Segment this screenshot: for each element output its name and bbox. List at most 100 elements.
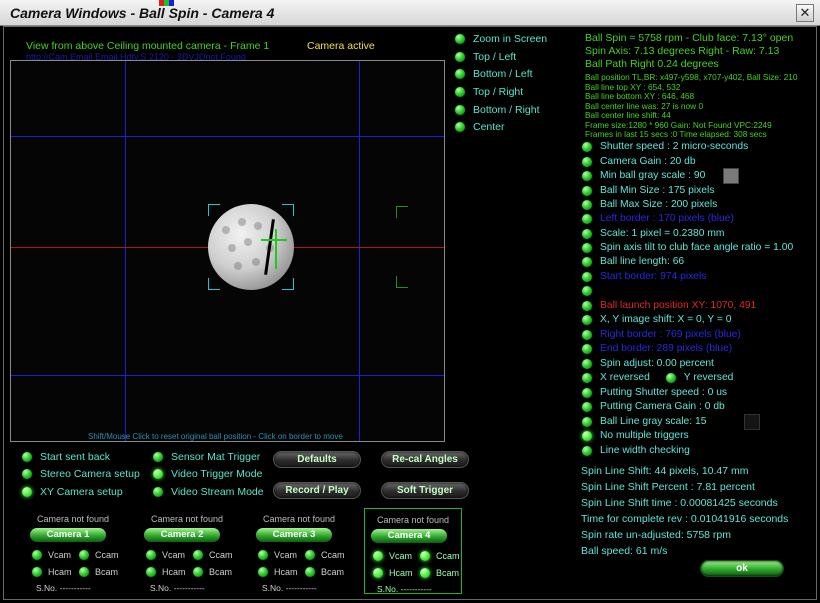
setting-putting-gain[interactable]: Putting Camera Gain : 0 db bbox=[582, 399, 725, 414]
led-icon bbox=[582, 170, 592, 181]
led-icon bbox=[305, 550, 315, 560]
sensor-mat-trigger-option[interactable]: Sensor Mat Trigger bbox=[153, 449, 260, 465]
led-icon bbox=[455, 52, 465, 62]
setting-spin-adjust[interactable]: Spin adjust: 0.00 percent bbox=[582, 356, 714, 371]
setting-blank[interactable] bbox=[582, 283, 600, 298]
led-icon bbox=[153, 469, 163, 479]
setting-putting-shutter[interactable]: Putting Shutter speed : 0 us bbox=[582, 385, 727, 400]
hcam-toggle[interactable]: Hcam bbox=[373, 568, 413, 578]
setting-x-reversed[interactable]: X reversed Y reversed bbox=[582, 370, 733, 385]
led-icon bbox=[582, 156, 592, 167]
camera-3-button[interactable]: Camera 3 bbox=[256, 528, 332, 542]
setting-min-gray-scale[interactable]: Min ball gray scale : 90 bbox=[582, 167, 740, 184]
led-icon bbox=[373, 551, 383, 561]
zoom-in-screen-option[interactable]: Zoom in Screen bbox=[455, 31, 547, 47]
xy-camera-setup-option[interactable]: XY Camera setup bbox=[22, 484, 123, 500]
summary-axis: Spin Axis: 7.13 degrees Right - Raw: 7.1… bbox=[585, 45, 780, 57]
stat-shift-time: Spin Line Shift time : 0.00081425 second… bbox=[581, 497, 778, 509]
grid-line bbox=[359, 61, 360, 441]
video-stream-mode-option[interactable]: Video Stream Mode bbox=[153, 484, 264, 500]
led-icon bbox=[582, 416, 592, 427]
setting-line-width-checking[interactable]: Line width checking bbox=[582, 443, 690, 458]
summary-spin: Ball Spin = 5758 rpm - Club face: 7.13° … bbox=[585, 32, 794, 44]
ball-dimple bbox=[238, 218, 246, 226]
led-icon[interactable] bbox=[665, 372, 676, 383]
hcam-toggle[interactable]: Hcam bbox=[32, 567, 72, 577]
camera-3-panel: Camera not found Camera 3 Vcam Ccam Hcam… bbox=[250, 508, 348, 594]
led-icon bbox=[258, 550, 268, 560]
vcam-toggle[interactable]: Vcam bbox=[373, 551, 412, 561]
led-icon bbox=[582, 199, 592, 210]
y-reversed-label: Y reversed bbox=[683, 372, 734, 383]
zoom-bottom-right-option[interactable]: Bottom / Right bbox=[455, 102, 540, 118]
vcam-toggle[interactable]: Vcam bbox=[258, 550, 297, 560]
setting-shutter-speed[interactable]: Shutter speed : 2 micro-seconds bbox=[582, 139, 748, 154]
ok-button[interactable]: ok bbox=[700, 560, 784, 577]
zoom-bottom-left-option[interactable]: Bottom / Left bbox=[455, 66, 533, 82]
soft-trigger-button[interactable]: Soft Trigger bbox=[381, 482, 469, 499]
bcam-toggle[interactable]: Bcam bbox=[193, 567, 232, 577]
recal-angles-button[interactable]: Re-cal Angles bbox=[381, 451, 469, 468]
camera-status-label: Camera not found bbox=[150, 514, 224, 524]
zoom-top-left-option[interactable]: Top / Left bbox=[455, 49, 516, 65]
vcam-toggle[interactable]: Vcam bbox=[146, 550, 185, 560]
led-icon bbox=[455, 122, 465, 132]
stat-shift-percent: Spin Line Shift Percent : 7.81 percent bbox=[581, 481, 755, 493]
led-icon bbox=[22, 469, 32, 479]
camera-view[interactable] bbox=[10, 60, 445, 442]
setting-no-multiple-triggers[interactable]: No multiple triggers bbox=[582, 428, 689, 443]
setting-start-border[interactable]: Start border: 974 pixels bbox=[582, 269, 706, 284]
bcam-toggle[interactable]: Bcam bbox=[305, 567, 344, 577]
led-icon bbox=[582, 401, 592, 412]
stereo-camera-setup-option[interactable]: Stereo Camera setup bbox=[22, 466, 140, 482]
ccam-toggle[interactable]: Ccam bbox=[79, 550, 119, 560]
video-trigger-mode-option[interactable]: Video Trigger Mode bbox=[153, 466, 262, 482]
ball-bracket bbox=[208, 278, 220, 290]
led-icon bbox=[22, 452, 32, 462]
ball-dimple bbox=[252, 258, 260, 266]
led-icon bbox=[455, 34, 465, 44]
ccam-toggle[interactable]: Ccam bbox=[305, 550, 345, 560]
record-play-button[interactable]: Record / Play bbox=[273, 482, 361, 499]
setting-ball-max-size[interactable]: Ball Max Size : 200 pixels bbox=[582, 197, 717, 212]
setting-end-border[interactable]: End border: 289 pixels (blue) bbox=[582, 341, 732, 356]
bcam-toggle[interactable]: Bcam bbox=[420, 568, 459, 578]
setting-right-border[interactable]: Right border : 769 pixels (blue) bbox=[582, 327, 741, 342]
camera-2-button[interactable]: Camera 2 bbox=[144, 528, 220, 542]
zoom-top-right-option[interactable]: Top / Right bbox=[455, 84, 523, 100]
bcam-toggle[interactable]: Bcam bbox=[79, 567, 118, 577]
setting-ball-min-size[interactable]: Ball Min Size : 175 pixels bbox=[582, 183, 714, 198]
camera-1-panel: Camera not found Camera 1 Vcam Ccam Hcam… bbox=[24, 508, 122, 594]
led-icon bbox=[32, 567, 42, 577]
camera-1-button[interactable]: Camera 1 bbox=[30, 528, 106, 542]
camera-4-button[interactable]: Camera 4 bbox=[371, 529, 447, 543]
setting-left-border[interactable]: Left border : 170 pixels (blue) bbox=[582, 211, 734, 226]
led-icon bbox=[582, 343, 592, 354]
led-icon bbox=[582, 387, 592, 398]
vcam-toggle[interactable]: Vcam bbox=[32, 550, 71, 560]
setting-launch-position[interactable]: Ball launch position XY: 1070, 491 bbox=[582, 298, 756, 313]
setting-image-shift[interactable]: X, Y image shift: X = 0, Y = 0 bbox=[582, 312, 731, 327]
hcam-toggle[interactable]: Hcam bbox=[258, 567, 298, 577]
color-marker bbox=[159, 0, 174, 6]
setting-scale[interactable]: Scale: 1 pixel = 0.2380 mm bbox=[582, 226, 725, 241]
setting-spin-axis-tilt[interactable]: Spin axis tilt to club face angle ratio … bbox=[582, 240, 793, 255]
camera-status-label: Camera not found bbox=[376, 515, 450, 525]
ccam-toggle[interactable]: Ccam bbox=[420, 551, 460, 561]
led-icon bbox=[373, 568, 383, 578]
setting-ball-line-gray[interactable]: Ball Line gray scale: 15 bbox=[582, 413, 761, 430]
setting-camera-gain[interactable]: Camera Gain : 20 db bbox=[582, 154, 696, 169]
close-icon[interactable]: ✕ bbox=[796, 4, 814, 22]
zoom-center-option[interactable]: Center bbox=[455, 119, 505, 135]
ccam-toggle[interactable]: Ccam bbox=[193, 550, 233, 560]
hcam-toggle[interactable]: Hcam bbox=[146, 567, 186, 577]
ball-dimple bbox=[228, 244, 236, 252]
stat-spin-line-shift: Spin Line Shift: 44 pixels, 10.47 mm bbox=[581, 465, 749, 477]
led-icon bbox=[455, 105, 465, 115]
title-bar: Camera Windows - Ball Spin - Camera 4 ✕ bbox=[0, 0, 820, 26]
setting-ball-line-length[interactable]: Ball line length: 66 bbox=[582, 254, 684, 269]
start-sent-back-option[interactable]: Start sent back bbox=[22, 449, 110, 465]
defaults-button[interactable]: Defaults bbox=[273, 451, 361, 468]
spin-line-horizontal bbox=[261, 239, 287, 241]
grid-line bbox=[125, 61, 126, 441]
